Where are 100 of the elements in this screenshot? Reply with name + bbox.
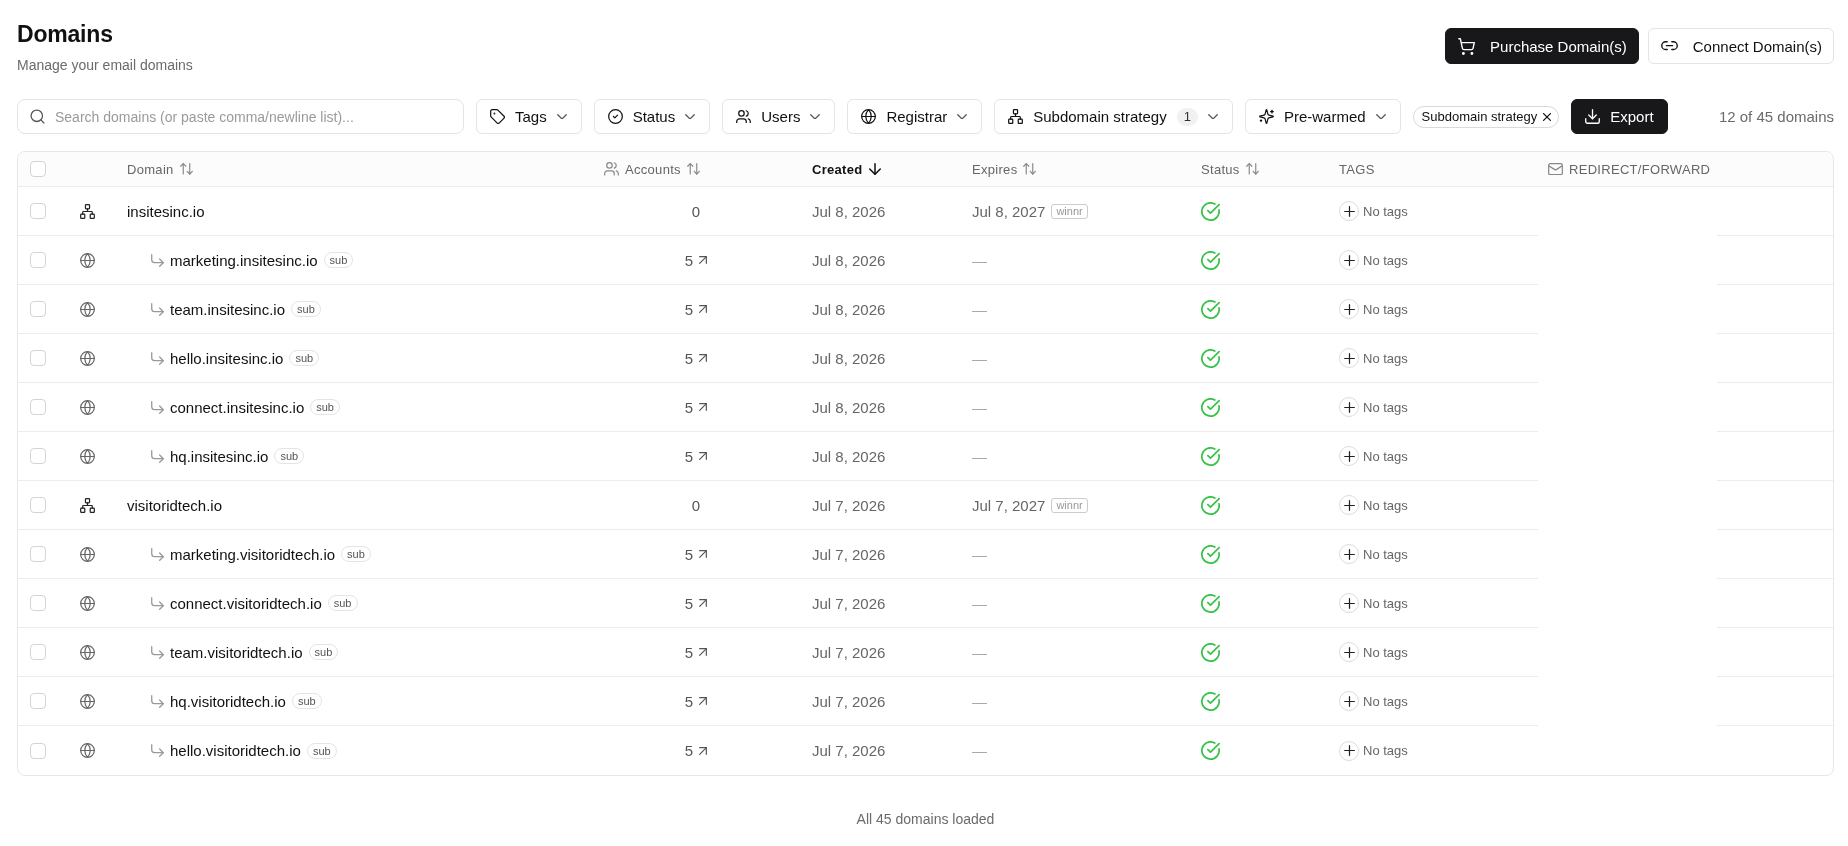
tags-empty-text: No tags: [1363, 595, 1408, 611]
expiry-date: Jul 8, 2027: [972, 202, 1046, 220]
created-date: Jul 8, 2026: [812, 447, 886, 465]
arrow-up-right-icon: [699, 648, 708, 656]
add-tag-button[interactable]: [1339, 397, 1359, 417]
expiry-date: —: [972, 398, 987, 416]
corner-arrow-icon: [151, 449, 164, 463]
domain-name: hello.insitesinc.io: [170, 349, 284, 367]
column-header[interactable]: Domain: [127, 161, 174, 177]
chevron-down-icon: [1375, 113, 1386, 120]
filter-dropdown[interactable]: Users: [722, 99, 836, 134]
tags-empty-text: No tags: [1363, 497, 1408, 513]
search-field[interactable]: Search domains (or paste comma/newline list)...: [17, 99, 464, 134]
domain-name: team.insitesinc.io: [170, 300, 286, 318]
add-tag-button[interactable]: [1339, 250, 1359, 270]
down-arrow-icon[interactable]: [868, 163, 881, 175]
corner-arrow-icon: [151, 400, 164, 414]
column-header[interactable]: Accounts: [625, 161, 681, 177]
add-tag-button[interactable]: [1339, 299, 1359, 319]
column-header: REDIRECT/FORWARD: [1569, 161, 1711, 177]
row-checkbox[interactable]: [30, 546, 46, 562]
accounts-link[interactable]: 5: [684, 643, 708, 661]
sort-arrows-icon[interactable]: [179, 163, 193, 175]
filter-dropdown[interactable]: Pre-warmed: [1244, 99, 1401, 134]
add-tag-button[interactable]: [1339, 348, 1359, 368]
cart-icon: [1458, 37, 1476, 55]
globe-icon: [79, 350, 95, 366]
corner-arrow-icon: [151, 302, 164, 316]
accounts-link[interactable]: 5: [684, 545, 708, 563]
expiry-date: —: [972, 300, 987, 318]
created-date: Jul 8, 2026: [812, 202, 886, 220]
column-header: TAGS: [1339, 161, 1375, 177]
filter-dropdown[interactable]: Subdomain strategy 1: [994, 99, 1233, 134]
accounts-link[interactable]: 5: [684, 300, 708, 318]
chevron-down-icon: [810, 113, 821, 120]
hierarchy-icon: [79, 497, 95, 513]
sort-arrows-icon[interactable]: [1023, 163, 1037, 175]
tags-empty-text: No tags: [1363, 252, 1408, 268]
add-tag-button[interactable]: [1339, 446, 1359, 466]
purchase-button[interactable]: Purchase Domain(s): [1445, 28, 1639, 64]
expiry-date: —: [972, 643, 987, 661]
add-tag-button[interactable]: [1339, 691, 1359, 711]
sort-arrows-icon[interactable]: [1245, 163, 1259, 175]
row-checkbox[interactable]: [30, 742, 46, 759]
row-checkbox[interactable]: [30, 203, 46, 219]
filter-dropdown[interactable]: Registrar: [847, 99, 983, 134]
sparkles-icon: [1258, 109, 1274, 124]
row-checkbox[interactable]: [30, 693, 46, 709]
plus-icon: [1343, 695, 1355, 707]
row-checkbox[interactable]: [30, 350, 46, 366]
domain-name: team.visitoridtech.io: [170, 643, 303, 661]
row-checkbox[interactable]: [30, 448, 46, 464]
accounts-link[interactable]: 5: [684, 742, 708, 759]
tag-icon: [490, 109, 505, 124]
connect-button[interactable]: Connect Domain(s): [1647, 28, 1834, 64]
add-tag-button[interactable]: [1339, 642, 1359, 662]
accounts-link[interactable]: 5: [684, 398, 708, 416]
column-header[interactable]: Expires: [972, 161, 1018, 177]
plus-icon: [1343, 597, 1355, 609]
users-icon: [736, 109, 752, 124]
accounts-link[interactable]: 5: [684, 251, 708, 269]
globe-icon: [79, 693, 95, 709]
arrow-up-right-icon: [699, 746, 708, 755]
add-tag-button[interactable]: [1339, 593, 1359, 613]
sort-arrows-icon[interactable]: [686, 163, 700, 175]
export-button[interactable]: Export: [1571, 99, 1668, 134]
domain-name: connect.visitoridtech.io: [170, 594, 322, 612]
select-all-checkbox[interactable]: [30, 161, 46, 177]
registrar-badge: winnr: [1051, 203, 1088, 219]
row-checkbox[interactable]: [30, 644, 46, 660]
domain-name: connect.insitesinc.io: [170, 398, 305, 416]
add-tag-button[interactable]: [1339, 495, 1359, 515]
row-checkbox[interactable]: [30, 595, 46, 611]
close-icon[interactable]: [1543, 112, 1552, 121]
column-header[interactable]: Status: [1201, 161, 1240, 177]
filter-dropdown[interactable]: Tags: [476, 99, 582, 134]
arrow-up-right-icon: [699, 452, 708, 460]
add-tag-button[interactable]: [1339, 544, 1359, 564]
add-tag-button[interactable]: [1339, 740, 1359, 761]
accounts-link[interactable]: 5: [684, 447, 708, 465]
expiry-date: —: [972, 447, 987, 465]
filter-count-badge: 1: [1176, 107, 1198, 126]
corner-arrow-icon: [151, 694, 164, 708]
created-date: Jul 8, 2026: [812, 349, 886, 367]
row-checkbox[interactable]: [30, 252, 46, 268]
expiry-date: —: [972, 692, 987, 710]
accounts-link[interactable]: 5: [684, 349, 708, 367]
accounts-link[interactable]: 5: [684, 692, 708, 710]
created-date: Jul 7, 2026: [812, 545, 886, 563]
chevron-down-icon: [957, 113, 968, 120]
row-checkbox[interactable]: [30, 301, 46, 317]
plus-icon: [1343, 548, 1355, 560]
filter-dropdown[interactable]: Status: [593, 99, 711, 134]
accounts-link[interactable]: 5: [684, 594, 708, 612]
result-count: 12 of 45 domains: [1718, 108, 1834, 125]
add-tag-button[interactable]: [1339, 201, 1359, 221]
arrow-up-right-icon: [699, 354, 708, 362]
row-checkbox[interactable]: [30, 399, 46, 415]
column-header[interactable]: Created: [812, 161, 863, 177]
row-checkbox[interactable]: [30, 497, 46, 513]
